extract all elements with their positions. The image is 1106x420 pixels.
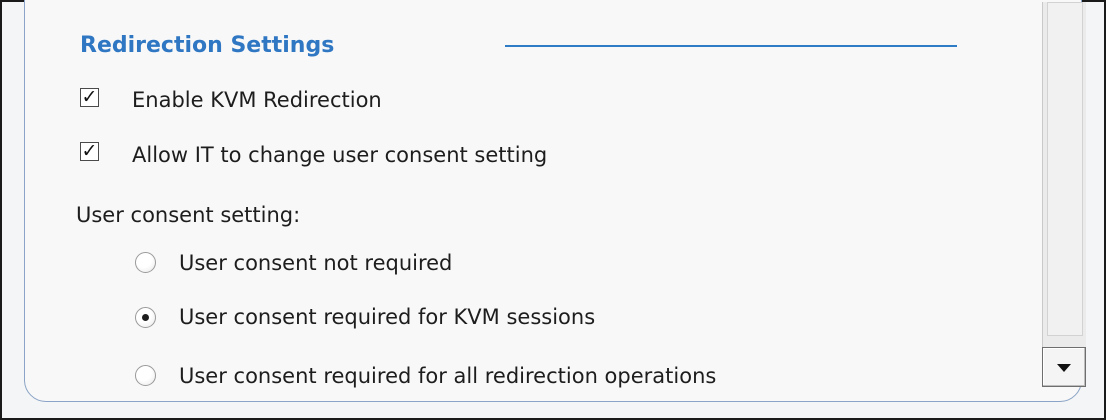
scrollbar-thumb[interactable] xyxy=(1047,2,1083,336)
consent-required-all-radio[interactable] xyxy=(135,365,156,386)
section-title: Redirection Settings xyxy=(80,33,335,58)
section-divider xyxy=(505,45,957,47)
vertical-scrollbar[interactable] xyxy=(1042,2,1086,386)
consent-not-required-label[interactable]: User consent not required xyxy=(179,250,452,276)
allow-it-change-consent-label[interactable]: Allow IT to change user consent setting xyxy=(132,142,547,168)
allow-it-change-consent-checkbox[interactable]: ✓ xyxy=(80,142,99,161)
user-consent-setting-heading: User consent setting: xyxy=(76,203,301,227)
consent-required-kvm-label[interactable]: User consent required for KVM sessions xyxy=(179,304,595,330)
dialog-window: Redirection Settings ✓ Enable KVM Redire… xyxy=(0,0,1106,420)
enable-kvm-redirection-label[interactable]: Enable KVM Redirection xyxy=(132,87,382,113)
chevron-down-icon xyxy=(1057,364,1071,372)
consent-not-required-radio[interactable] xyxy=(135,252,156,273)
scroll-down-button[interactable] xyxy=(1042,347,1086,387)
enable-kvm-redirection-checkbox[interactable]: ✓ xyxy=(80,88,99,107)
consent-required-kvm-radio[interactable] xyxy=(135,307,156,328)
consent-required-all-label[interactable]: User consent required for all redirectio… xyxy=(179,363,716,389)
redirection-settings-panel xyxy=(24,0,1082,402)
